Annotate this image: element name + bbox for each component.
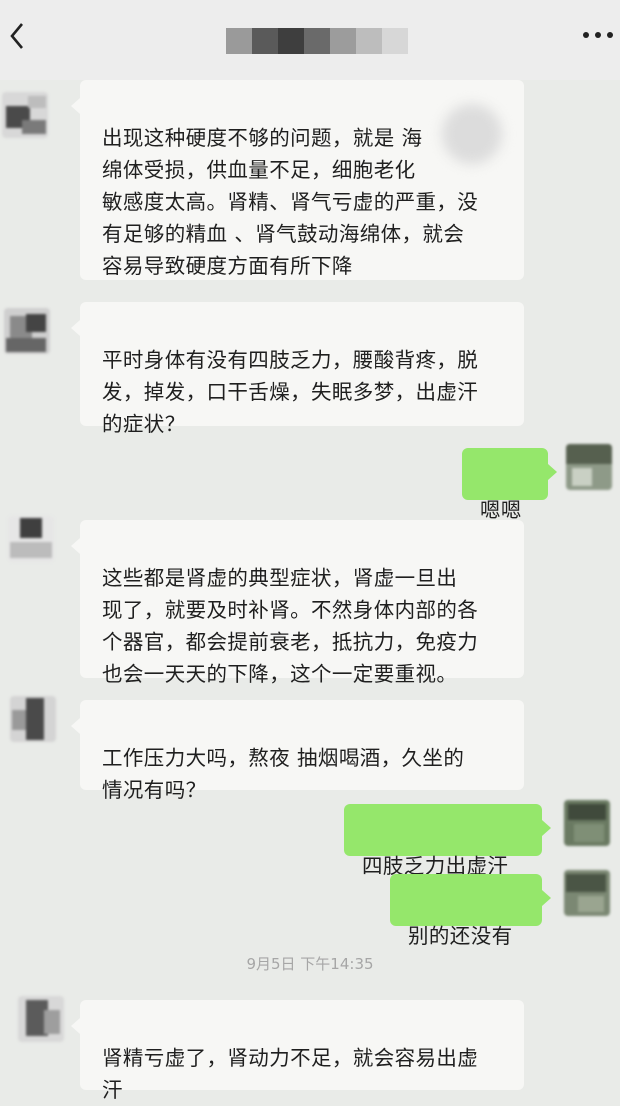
message-text: 工作压力大吗，熬夜 抽烟喝酒，久坐的 情况有吗？ [102,746,465,802]
chat-header [0,0,620,80]
message-bubble[interactable]: 嗯嗯 [462,448,557,522]
message-bubble[interactable]: 这些都是肾虚的典型症状，肾虚一旦出 现了，就要及时补肾。不然身体内部的各 个器官… [71,520,524,686]
message-bubble[interactable]: 工作压力大吗，熬夜 抽烟喝酒，久坐的 情况有吗？ [71,700,524,802]
ellipsis-icon[interactable] [580,28,616,42]
message-bubble[interactable]: 别的还没有 [390,874,551,948]
message-bubble[interactable]: 平时身体有没有四肢乏力，腰酸背疼，脱 发，掉发，口干舌燥，失眠多梦，出虚汗 的症… [71,302,524,436]
avatar[interactable] [18,996,64,1042]
message-bubble[interactable]: 肾精亏虚了，肾动力不足，就会容易出虚 汗 [71,1000,524,1102]
avatar[interactable] [566,444,612,490]
avatar[interactable] [2,92,48,138]
avatar[interactable] [564,800,610,846]
message-timestamp: 9月5日 下午14:35 [246,955,374,973]
avatar[interactable] [4,308,50,354]
avatar[interactable] [8,516,54,562]
message-text: 这些都是肾虚的典型症状，肾虚一旦出 现了，就要及时补肾。不然身体内部的各 个器官… [102,566,479,686]
chevron-left-icon[interactable] [4,16,34,56]
message-text: 平时身体有没有四肢乏力，腰酸背疼，脱 发，掉发，口干舌燥，失眠多梦，出虚汗 的症… [102,348,479,436]
message-bubble[interactable]: 四肢乏力出虚汗 [344,804,551,878]
avatar[interactable] [564,870,610,916]
contact-name-redacted [226,28,408,54]
message-text: 出现这种硬度不够的问题，就是 海 绵体受损，供血量不足，细胞老化 敏感度太高。肾… [102,126,479,278]
message-bubble[interactable]: 出现这种硬度不够的问题，就是 海 绵体受损，供血量不足，细胞老化 敏感度太高。肾… [71,80,524,280]
avatar[interactable] [10,696,56,742]
redaction-blur [442,104,502,164]
message-text: 肾精亏虚了，肾动力不足，就会容易出虚 汗 [102,1046,479,1102]
message-text: 别的还没有 [408,924,513,948]
message-text: 嗯嗯 [480,498,522,522]
